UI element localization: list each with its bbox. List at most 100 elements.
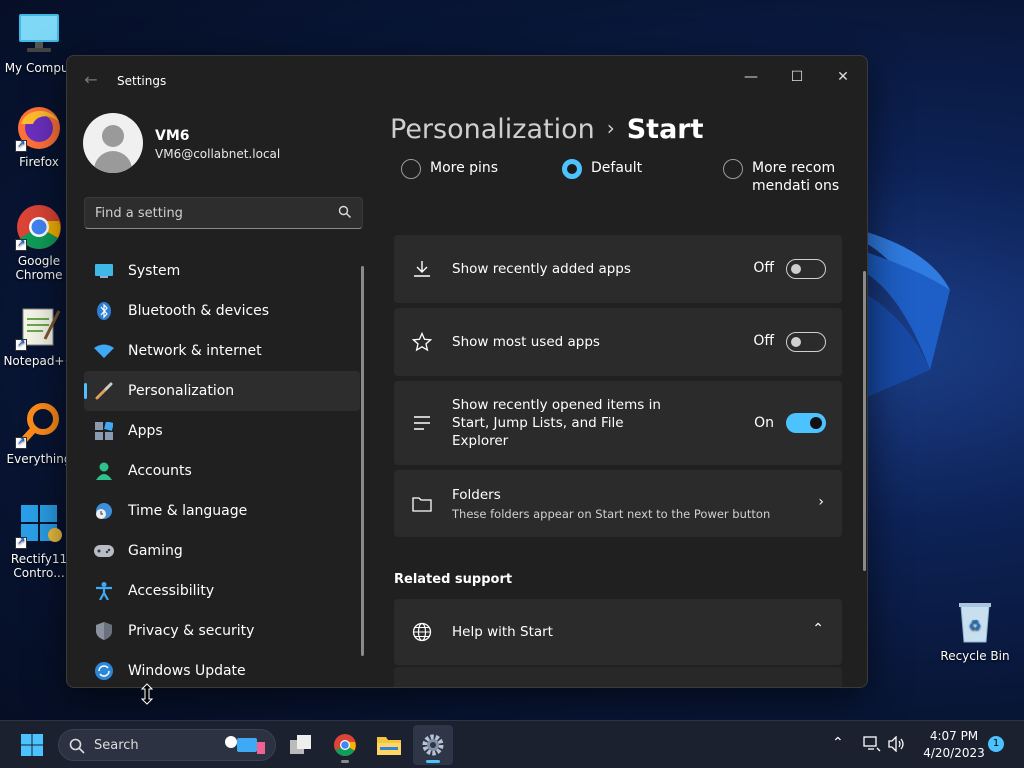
sidebar-scrollbar[interactable]: [361, 266, 364, 656]
bluetooth-icon: [94, 301, 114, 321]
clock-time[interactable]: 4:07 PM: [922, 729, 986, 743]
sidebar-nav: System Bluetooth & devices Network & int…: [84, 251, 360, 687]
toggle-recently-added[interactable]: [786, 259, 826, 279]
desktop-icon-label: Recycle Bin: [940, 649, 1010, 663]
windows-logo-icon: [15, 501, 63, 549]
notification-badge[interactable]: 1: [988, 736, 1004, 752]
toggle-state-label: On: [754, 415, 774, 431]
desktop-icon-label: Everything: [6, 452, 72, 466]
page-title: Start: [626, 114, 704, 145]
layout-option-more-recommendations[interactable]: More recommendati ons: [723, 159, 844, 195]
sidebar-item-privacy[interactable]: Privacy & security: [84, 611, 360, 651]
chrome-icon: [15, 203, 63, 251]
sidebar-item-accessibility[interactable]: Accessibility: [84, 571, 360, 611]
related-support-heading: Related support: [394, 572, 513, 587]
magnifier-icon: [15, 401, 63, 449]
sidebar-item-system[interactable]: System: [84, 251, 360, 291]
monitor-icon: [94, 261, 114, 281]
globe-icon: [412, 622, 432, 642]
search-highlight-icon: [225, 736, 265, 754]
desktop-icon-recycle-bin[interactable]: ♻ Recycle Bin: [937, 598, 1013, 663]
resize-cursor-icon: [141, 683, 153, 705]
back-arrow-icon[interactable]: ←: [81, 70, 101, 90]
toggle-state-label: Off: [753, 260, 774, 276]
sidebar-item-gaming[interactable]: Gaming: [84, 531, 360, 571]
monitor-icon: [15, 10, 63, 58]
main-scrollbar[interactable]: [863, 271, 866, 571]
sidebar-item-time-language[interactable]: Time & language: [84, 491, 360, 531]
clock-date[interactable]: 4/20/2023: [918, 746, 990, 760]
desktop-icon-label: Google Chrome: [15, 254, 63, 282]
firefox-icon: [15, 104, 63, 152]
chevron-up-icon[interactable]: ⌃: [812, 621, 824, 637]
windows-logo-icon: [21, 734, 43, 756]
task-view-icon: [290, 735, 311, 754]
wallpaper-bloom: [860, 230, 950, 400]
radio-button-selected[interactable]: [562, 159, 582, 179]
start-button[interactable]: [12, 725, 52, 765]
taskbar-chrome-button[interactable]: [325, 725, 365, 765]
wifi-icon: [94, 341, 114, 361]
taskbar: Search ⌃ 4:07 PM 4/20/2023: [0, 720, 1024, 768]
person-icon: [94, 461, 114, 481]
breadcrumb: Personalization › Start: [390, 114, 704, 145]
search-icon[interactable]: [338, 205, 352, 219]
network-icon[interactable]: [863, 736, 881, 752]
taskbar-file-explorer-button[interactable]: [369, 725, 409, 765]
task-view-button[interactable]: [281, 725, 321, 765]
sidebar-item-windows-update[interactable]: Windows Update: [84, 651, 360, 687]
toggle-recently-opened[interactable]: [786, 413, 826, 433]
list-icon: [414, 416, 430, 430]
shield-icon: [94, 621, 114, 641]
user-silhouette-icon: [102, 125, 124, 147]
toggle-most-used[interactable]: [786, 332, 826, 352]
title-bar: ← Settings — ☐ ✕: [67, 56, 867, 104]
user-email: VM6@collabnet.local: [155, 147, 281, 161]
setting-card-recently-opened: Show recently opened items in Start, Jum…: [394, 381, 842, 465]
gear-icon: [422, 734, 444, 756]
minimize-button[interactable]: —: [728, 62, 774, 92]
close-button[interactable]: ✕: [820, 62, 866, 92]
sidebar-item-apps[interactable]: Apps: [84, 411, 360, 451]
setting-card-recently-added: Show recently added apps Off: [394, 235, 842, 303]
sidebar-item-bluetooth[interactable]: Bluetooth & devices: [84, 291, 360, 331]
chevron-up-icon[interactable]: ⌃: [832, 735, 844, 751]
user-name: VM6: [155, 128, 190, 144]
toggle-state-label: Off: [753, 333, 774, 349]
sidebar-item-network[interactable]: Network & internet: [84, 331, 360, 371]
settings-search-box[interactable]: [84, 197, 363, 229]
breadcrumb-parent[interactable]: Personalization: [390, 114, 595, 145]
settings-window: ← Settings — ☐ ✕ VM6 VM6@collabnet.local…: [66, 55, 868, 688]
accessibility-icon: [94, 581, 114, 601]
shortcut-arrow-icon: [15, 237, 27, 251]
sidebar-item-personalization[interactable]: Personalization: [84, 371, 360, 411]
settings-search-input[interactable]: [95, 198, 325, 228]
sidebar-item-accounts[interactable]: Accounts: [84, 451, 360, 491]
chevron-right-icon: ›: [818, 494, 824, 510]
recycle-bin-icon: ♻: [951, 598, 999, 646]
layout-option-more-pins[interactable]: More pins: [401, 159, 498, 179]
desktop-icon-label: My Comput: [4, 61, 74, 75]
help-with-start-expander[interactable]: Help with Start ⌃: [394, 599, 842, 665]
volume-icon[interactable]: [888, 736, 906, 752]
radio-button[interactable]: [723, 159, 743, 179]
taskbar-search[interactable]: Search: [58, 729, 276, 761]
folder-icon: [412, 497, 432, 512]
shortcut-arrow-icon: [15, 138, 27, 152]
desktop-icon-label: Firefox: [19, 155, 59, 169]
desktop-icon-label: Rectify11 Contro...: [10, 552, 68, 580]
chevron-right-icon: ›: [606, 116, 615, 140]
apps-grid-icon: [94, 421, 114, 441]
taskbar-settings-button[interactable]: [413, 725, 453, 765]
globe-clock-icon: [94, 501, 114, 521]
shortcut-arrow-icon: [15, 435, 27, 449]
radio-button[interactable]: [401, 159, 421, 179]
shortcut-arrow-icon: [15, 535, 27, 549]
maximize-button[interactable]: ☐: [774, 62, 820, 92]
layout-option-default[interactable]: Default: [562, 159, 642, 179]
help-with-start-content: [394, 667, 842, 687]
setting-card-folders[interactable]: Folders These folders appear on Start ne…: [394, 470, 842, 537]
avatar[interactable]: [83, 113, 143, 173]
setting-card-most-used: Show most used apps Off: [394, 308, 842, 376]
desktop-icon-label: Notepad++: [3, 354, 75, 368]
